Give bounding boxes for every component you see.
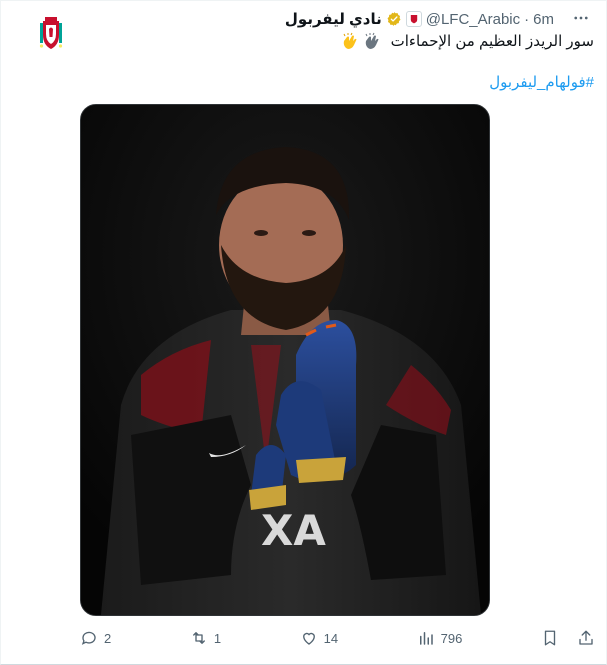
timestamp[interactable]: 6m: [533, 11, 554, 28]
more-icon[interactable]: [570, 7, 592, 29]
goalkeeper-photo: XA: [81, 105, 489, 615]
like-count: 14: [323, 630, 339, 646]
emoji-group: [340, 32, 382, 52]
tweet-header: نادي ليفربول @LFC_Arabic · 6m: [285, 9, 554, 29]
share-button[interactable]: [577, 629, 595, 647]
tweet-photo[interactable]: XA: [80, 104, 490, 616]
tweet-card[interactable]: نادي ليفربول @LFC_Arabic · 6m سور الريدز…: [0, 0, 607, 665]
share-icon: [579, 630, 593, 645]
tweet-text: سور الريدز العظيم من الإحماءات: [390, 33, 594, 50]
affiliate-badge-icon[interactable]: [405, 11, 422, 27]
hashtag-link[interactable]: #فولهام_ليفربول: [489, 73, 594, 91]
bookmark-icon: [544, 630, 556, 646]
like-button[interactable]: 14: [300, 629, 338, 647]
like-icon: [302, 632, 315, 645]
clapping-hands-icon: [366, 32, 379, 50]
tweet-actions: 2 1 14 796: [80, 627, 595, 649]
retweet-button[interactable]: 1: [190, 629, 221, 647]
verified-badge-icon: [386, 11, 402, 27]
retweet-count: 1: [213, 630, 222, 646]
avatar[interactable]: [31, 13, 71, 53]
views-button[interactable]: 796: [417, 629, 463, 647]
bookmark-button[interactable]: [541, 629, 559, 647]
lfc-crest-icon: [39, 17, 63, 49]
views-icon: [419, 632, 433, 645]
reply-count: 2: [104, 630, 112, 646]
user-handle[interactable]: @LFC_Arabic: [426, 11, 520, 28]
svg-text:XA: XA: [261, 506, 326, 555]
secondary-actions: [541, 629, 595, 647]
separator-dot: ·: [524, 10, 530, 28]
views-count: 796: [440, 630, 463, 646]
tweet-body: سور الريدز العظيم من الإحماءات: [74, 31, 594, 53]
clapping-hands-icon: [344, 32, 357, 50]
retweet-icon: [192, 632, 205, 644]
reply-button[interactable]: 2: [80, 629, 111, 647]
display-name[interactable]: نادي ليفربول: [285, 10, 382, 28]
reply-icon: [81, 631, 96, 645]
